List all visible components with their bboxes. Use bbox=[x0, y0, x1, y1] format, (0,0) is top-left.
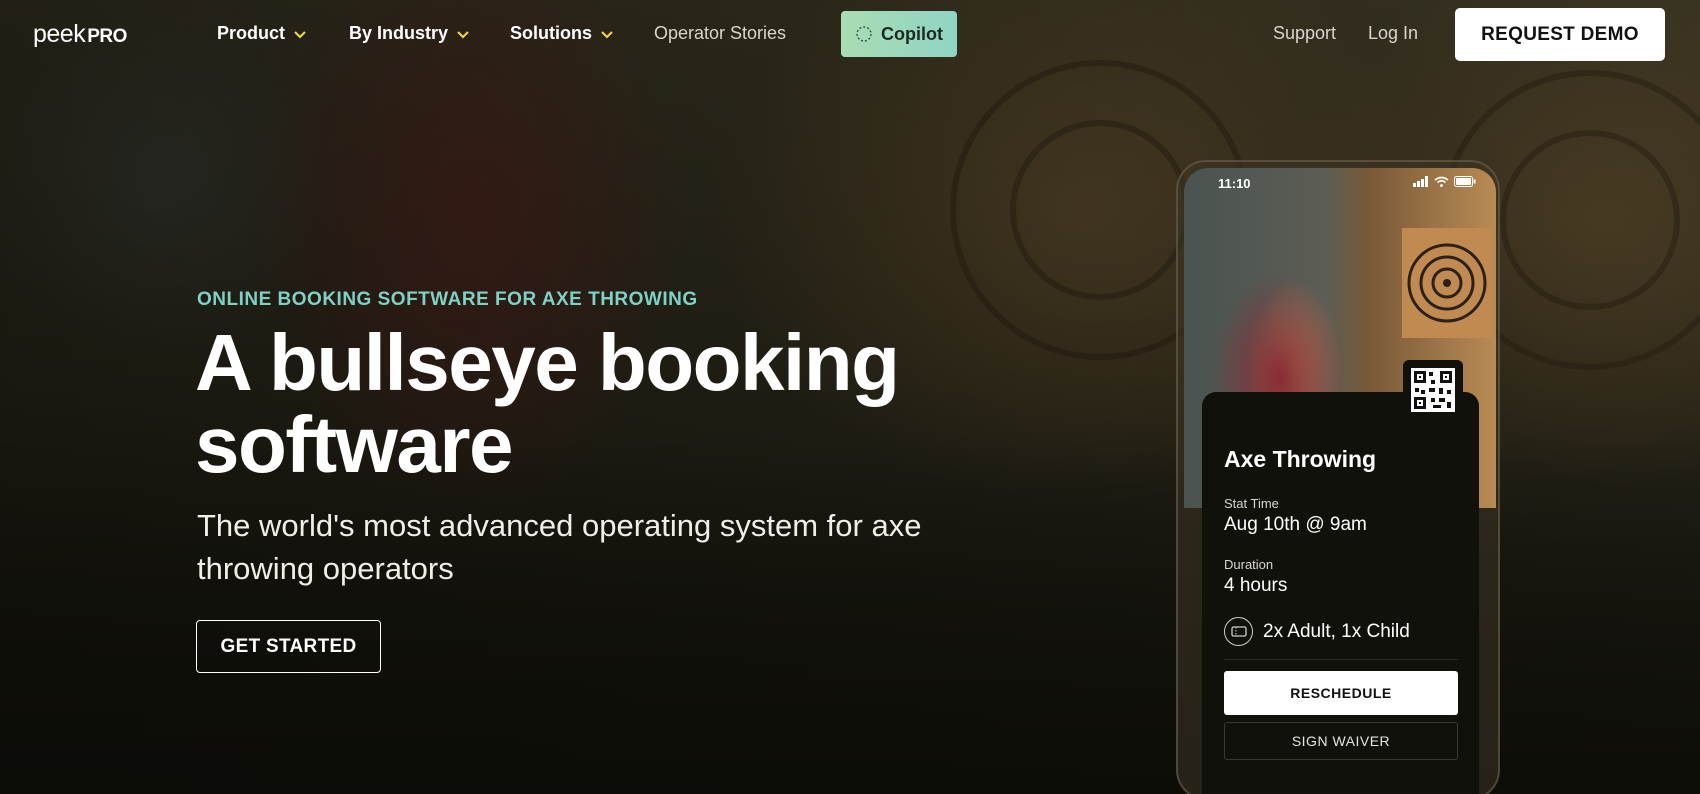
ticket-icon bbox=[1224, 617, 1253, 646]
phone-mockup: 11:10 Axe Throwing Stat Time Aug 10th @ … bbox=[1176, 160, 1500, 794]
top-navigation: peek PRO Product By Industry Solutions O… bbox=[0, 0, 1700, 68]
ticket-summary-text: 2x Adult, 1x Child bbox=[1263, 620, 1410, 642]
target-icon bbox=[1402, 228, 1492, 338]
logo-peek-text: peek bbox=[33, 20, 86, 48]
start-time-label: Stat Time bbox=[1224, 496, 1279, 511]
signal-icon bbox=[1413, 176, 1428, 187]
nav-operator-stories[interactable]: Operator Stories bbox=[654, 23, 786, 44]
nav-solutions-label: Solutions bbox=[510, 23, 592, 43]
peek-pro-logo[interactable]: peek PRO bbox=[33, 20, 127, 49]
chevron-down-icon bbox=[601, 30, 613, 39]
copilot-button[interactable]: Copilot bbox=[841, 11, 957, 57]
booking-title: Axe Throwing bbox=[1224, 446, 1377, 472]
get-started-button[interactable]: GET STARTED bbox=[196, 620, 381, 673]
start-time-value: Aug 10th @ 9am bbox=[1224, 514, 1367, 535]
status-time: 11:10 bbox=[1218, 176, 1251, 191]
chevron-down-icon bbox=[294, 30, 306, 39]
nav-operator-stories-label: Operator Stories bbox=[654, 23, 787, 43]
chevron-down-icon bbox=[457, 30, 469, 39]
reschedule-button[interactable]: RESCHEDULE bbox=[1224, 671, 1458, 715]
nav-support[interactable]: Support bbox=[1273, 23, 1336, 44]
battery-icon bbox=[1454, 176, 1476, 187]
sparkle-icon bbox=[856, 26, 872, 42]
nav-login-label: Log In bbox=[1368, 23, 1419, 43]
duration-label: Duration bbox=[1224, 557, 1274, 572]
nav-support-label: Support bbox=[1273, 23, 1337, 43]
nav-by-industry-label: By Industry bbox=[349, 23, 449, 43]
nav-product[interactable]: Product bbox=[217, 23, 307, 44]
ticket-summary: 2x Adult, 1x Child bbox=[1224, 617, 1410, 646]
hero-subheadline: The world's most advanced operating syst… bbox=[197, 508, 922, 586]
booking-card: Axe Throwing Stat Time Aug 10th @ 9am Du… bbox=[1202, 392, 1479, 794]
hero-headline: A bullseye booking software bbox=[195, 318, 900, 489]
nav-solutions[interactable]: Solutions bbox=[510, 23, 614, 44]
card-divider bbox=[1224, 659, 1458, 660]
request-demo-button[interactable]: REQUEST DEMO bbox=[1455, 8, 1665, 61]
sign-waiver-button[interactable]: SIGN WAIVER bbox=[1224, 722, 1458, 760]
copilot-label: Copilot bbox=[881, 23, 943, 44]
duration-value: 4 hours bbox=[1224, 575, 1288, 596]
status-icons bbox=[1413, 176, 1476, 187]
nav-product-label: Product bbox=[217, 23, 286, 43]
qr-code-icon bbox=[1403, 360, 1463, 420]
wifi-icon bbox=[1434, 176, 1449, 187]
nav-by-industry[interactable]: By Industry bbox=[349, 23, 470, 44]
nav-login[interactable]: Log In bbox=[1368, 23, 1418, 44]
logo-pro-text: PRO bbox=[87, 26, 127, 47]
hero-eyebrow: ONLINE BOOKING SOFTWARE FOR AXE THROWING bbox=[197, 289, 698, 310]
